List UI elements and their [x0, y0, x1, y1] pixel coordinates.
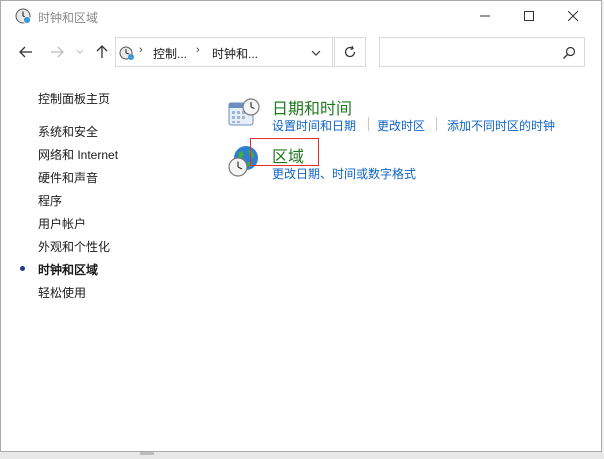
recent-locations-button[interactable]: [69, 41, 91, 63]
address-dropdown-button[interactable]: [309, 46, 323, 60]
highlight-box: [250, 138, 319, 166]
refresh-icon: [344, 45, 356, 58]
clock-globe-icon: [15, 8, 31, 24]
search-box[interactable]: [379, 37, 585, 67]
address-bar[interactable]: › 控制... › 时钟和...: [115, 37, 333, 67]
minimize-icon: [480, 15, 490, 17]
breadcrumb-separator[interactable]: ›: [139, 44, 143, 56]
sidebar-item-clock-region[interactable]: 时钟和区域: [38, 261, 98, 278]
window-title: 时钟和区域: [38, 11, 99, 25]
taskbar-edge: [0, 452, 604, 459]
forward-button[interactable]: [46, 41, 68, 63]
chevron-down-icon: [311, 50, 321, 56]
sidebar-item-system-security[interactable]: 系统和安全: [38, 123, 98, 140]
sidebar-item-control-panel-home[interactable]: 控制面板主页: [38, 90, 110, 107]
up-button[interactable]: [91, 41, 113, 63]
title-bar[interactable]: 时钟和区域: [1, 1, 601, 31]
arrow-right-icon: [51, 46, 64, 58]
close-icon: [568, 11, 578, 21]
search-icon[interactable]: [562, 46, 576, 60]
control-panel-window: 时钟和区域 › 控制... › 时钟和... 控制面板主页 系统和安全 网络和 …: [0, 0, 602, 452]
arrow-up-icon: [96, 45, 108, 58]
navigation-bar: › 控制... › 时钟和...: [1, 31, 601, 73]
breadcrumb-control-panel[interactable]: 控制...: [153, 45, 187, 62]
breadcrumb-separator[interactable]: ›: [196, 44, 200, 56]
category-title-date-time[interactable]: 日期和时间: [272, 95, 352, 119]
maximize-button[interactable]: [507, 1, 551, 31]
back-button[interactable]: [15, 41, 37, 63]
current-item-bullet: [20, 266, 25, 271]
link-add-clocks[interactable]: 添加不同时区的时钟: [447, 117, 555, 134]
search-input[interactable]: [384, 42, 554, 62]
sidebar-item-user-accounts[interactable]: 用户帐户: [38, 215, 86, 232]
sidebar-item-programs[interactable]: 程序: [38, 192, 62, 209]
link-change-formats[interactable]: 更改日期、时间或数字格式: [272, 165, 416, 182]
refresh-button[interactable]: [334, 37, 366, 67]
link-set-time-date[interactable]: 设置时间和日期: [272, 117, 356, 134]
taskbar-mark: [140, 452, 154, 455]
sidebar-item-ease-of-access[interactable]: 轻松使用: [38, 284, 86, 301]
minimize-button[interactable]: [463, 1, 507, 31]
sidebar-item-hardware-sound[interactable]: 硬件和声音: [38, 169, 98, 186]
breadcrumb-clock-region[interactable]: 时钟和...: [212, 45, 258, 62]
sidebar-item-appearance[interactable]: 外观和个性化: [38, 238, 110, 255]
link-separator: [436, 117, 437, 131]
link-change-time-zone[interactable]: 更改时区: [377, 117, 425, 134]
sidebar-item-network-internet[interactable]: 网络和 Internet: [38, 146, 118, 163]
link-separator: [368, 117, 369, 131]
close-button[interactable]: [551, 1, 595, 31]
control-panel-icon: [119, 45, 135, 61]
chevron-down-icon: [76, 49, 84, 54]
maximize-icon: [524, 11, 534, 21]
arrow-left-icon: [19, 46, 32, 58]
calendar-clock-icon[interactable]: [227, 97, 261, 131]
sidebar: 控制面板主页 系统和安全 网络和 Internet 硬件和声音 程序 用户帐户 …: [1, 73, 211, 451]
